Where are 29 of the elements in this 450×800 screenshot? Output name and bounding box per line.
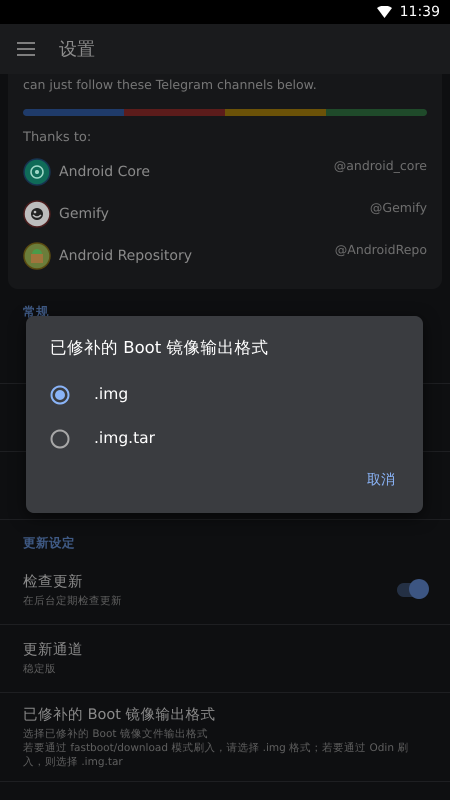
setting-subtitle: 稳定版: [23, 662, 57, 676]
card-text: can just follow these Telegram channels below.: [23, 76, 318, 94]
setting-subtitle: 在后台定期检查更新: [23, 594, 123, 608]
channel-handle[interactable]: @android_core: [334, 157, 427, 176]
smiley-icon: [23, 200, 51, 228]
cancel-button[interactable]: 取消: [363, 464, 399, 497]
setting-subtitle: 选择已修补的 Boot 镜像文件输出格式: [23, 726, 209, 741]
radio-option[interactable]: .img: [50, 372, 399, 417]
channel-handle[interactable]: @Gemify: [370, 199, 427, 218]
radio-option[interactable]: .img.tar: [50, 416, 399, 461]
radio-button[interactable]: [50, 384, 70, 405]
radio-button[interactable]: [50, 428, 70, 449]
section-header: 更新设定: [22, 534, 76, 552]
thanks-label: Thanks to:: [23, 128, 92, 147]
status-time: 11:39: [400, 2, 440, 22]
setting-title[interactable]: 更新通道: [23, 640, 427, 662]
wifi-icon: [376, 6, 392, 18]
setting-title[interactable]: 已修补的 Boot 镜像输出格式: [23, 704, 427, 726]
screen-title: 设置: [59, 38, 95, 62]
network-icon: [23, 158, 51, 186]
dialog-title: 已修补的 Boot 镜像输出格式: [50, 337, 270, 359]
setting-title[interactable]: 检查更新: [23, 572, 397, 594]
channel-name[interactable]: Gemify: [59, 204, 370, 225]
android-icon: [23, 242, 51, 270]
channel-handle[interactable]: @AndroidRepo: [334, 241, 427, 260]
channel-name[interactable]: Android Core: [59, 162, 334, 183]
setting-subtitle: 若要通过 fastboot/download 模式刷入，请选择 .img 格式；若要通过 Odin 刷入，则选择 .img.tar: [23, 740, 410, 770]
channel-name[interactable]: Android Repository: [59, 246, 335, 267]
menu-icon[interactable]: [17, 42, 35, 56]
